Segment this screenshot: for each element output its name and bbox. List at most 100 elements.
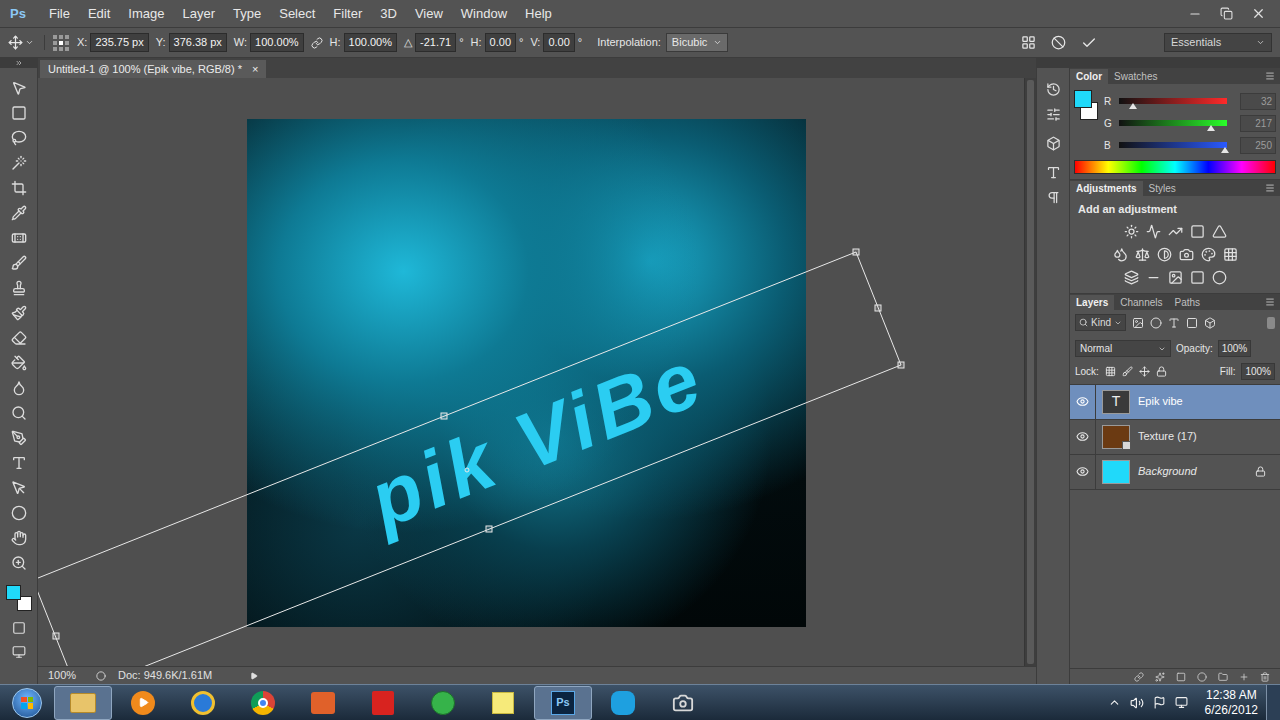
clock[interactable]: 12:38 AM6/26/2012 bbox=[1197, 688, 1266, 718]
visibility-eye-icon[interactable] bbox=[1076, 430, 1089, 443]
zoom-level[interactable]: 100% bbox=[48, 667, 84, 684]
paragraph-panel-icon[interactable] bbox=[1046, 190, 1061, 205]
show-desktop-button[interactable] bbox=[1266, 685, 1280, 720]
document-tab[interactable]: Untitled-1 @ 100% (Epik vibe, RGB/8) *× bbox=[40, 60, 266, 78]
menu-item[interactable]: Select bbox=[270, 2, 324, 26]
tool-button[interactable] bbox=[6, 128, 32, 148]
type-filter-icon[interactable] bbox=[1168, 317, 1180, 329]
network-icon[interactable] bbox=[1175, 696, 1188, 709]
adjustment-filter-icon[interactable] bbox=[1150, 317, 1162, 329]
levels-icon[interactable] bbox=[1146, 224, 1161, 239]
history-panel-icon[interactable] bbox=[1046, 82, 1061, 97]
panel-menu-icon[interactable] bbox=[1265, 183, 1275, 193]
color-value[interactable]: 217 bbox=[1240, 115, 1276, 132]
color-swatches[interactable] bbox=[1074, 90, 1098, 120]
transform-bounding-box[interactable] bbox=[38, 78, 1024, 666]
taskbar-app[interactable] bbox=[54, 686, 112, 720]
visibility-eye-icon[interactable] bbox=[1076, 465, 1089, 478]
panel-tab[interactable]: Layers bbox=[1070, 295, 1114, 310]
shape-filter-icon[interactable] bbox=[1186, 317, 1198, 329]
menu-item[interactable]: Edit bbox=[79, 2, 119, 26]
tool-button[interactable] bbox=[6, 228, 32, 248]
tool-button[interactable] bbox=[6, 103, 32, 123]
menu-item[interactable]: Filter bbox=[324, 2, 371, 26]
commit-transform-icon[interactable] bbox=[1081, 35, 1097, 51]
reference-point-icon[interactable] bbox=[52, 34, 70, 52]
slider-thumb[interactable] bbox=[1207, 125, 1215, 131]
lock-pixels-icon[interactable] bbox=[1122, 366, 1133, 377]
cancel-transform-icon[interactable] bbox=[1051, 35, 1066, 50]
layer-mask-icon[interactable] bbox=[1176, 672, 1186, 682]
adjustment-layer-icon[interactable] bbox=[1197, 672, 1207, 682]
character-panel-icon[interactable] bbox=[1046, 165, 1061, 180]
taskbar-app[interactable] bbox=[594, 686, 652, 720]
field-input[interactable]: -21.71 bbox=[415, 33, 456, 52]
tool-button[interactable] bbox=[6, 503, 32, 523]
lock-transparency-icon[interactable] bbox=[1105, 366, 1116, 377]
curves-icon[interactable] bbox=[1168, 224, 1183, 239]
layer-name[interactable]: Texture (17) bbox=[1138, 428, 1197, 445]
tool-button[interactable] bbox=[6, 278, 32, 298]
color-value[interactable]: 250 bbox=[1240, 137, 1276, 154]
panel-tab[interactable]: Color bbox=[1070, 69, 1108, 84]
taskbar-app[interactable] bbox=[654, 686, 712, 720]
tool-button[interactable] bbox=[6, 303, 32, 323]
panel-tab[interactable]: Paths bbox=[1169, 295, 1207, 310]
taskbar-app[interactable] bbox=[114, 686, 172, 720]
start-button[interactable] bbox=[0, 685, 54, 720]
color-balance-icon[interactable] bbox=[1135, 247, 1150, 262]
panel-menu-icon[interactable] bbox=[1265, 71, 1275, 81]
fill-field[interactable]: 100% bbox=[1241, 363, 1275, 380]
layer-filter-dropdown[interactable]: Kind bbox=[1075, 314, 1126, 331]
color-slider[interactable] bbox=[1119, 142, 1227, 148]
smart-filter-icon[interactable] bbox=[1204, 317, 1216, 329]
vertical-scrollbar[interactable] bbox=[1024, 78, 1036, 666]
color-slider[interactable] bbox=[1119, 120, 1227, 126]
taskbar-app[interactable] bbox=[294, 686, 352, 720]
panel-tab[interactable]: Channels bbox=[1114, 295, 1168, 310]
tool-button[interactable] bbox=[6, 403, 32, 423]
tool-button[interactable] bbox=[6, 253, 32, 273]
color-lookup-icon[interactable] bbox=[1223, 247, 1238, 262]
link-layers-icon[interactable] bbox=[1134, 672, 1144, 682]
warp-icon[interactable] bbox=[1021, 35, 1036, 50]
layer-name[interactable]: Epik vibe bbox=[1138, 393, 1183, 410]
properties-panel-icon[interactable] bbox=[1046, 107, 1061, 122]
tool-button[interactable] bbox=[6, 428, 32, 448]
tool-button[interactable] bbox=[6, 78, 32, 98]
status-info-icon[interactable] bbox=[96, 671, 106, 681]
canvas-text-layer[interactable]: pik ViBe bbox=[359, 337, 715, 541]
visibility-eye-icon[interactable] bbox=[1076, 395, 1089, 408]
foreground-swatch[interactable] bbox=[1074, 90, 1092, 108]
new-group-icon[interactable] bbox=[1218, 672, 1228, 682]
tool-button[interactable] bbox=[6, 528, 32, 548]
lock-position-icon[interactable] bbox=[1139, 366, 1150, 377]
tool-preset-icon[interactable] bbox=[25, 38, 34, 47]
interpolation-dropdown[interactable]: Bicubic bbox=[666, 33, 728, 52]
lock-all-icon[interactable] bbox=[1156, 366, 1167, 377]
tool-button[interactable] bbox=[6, 453, 32, 473]
menu-item[interactable]: Layer bbox=[174, 2, 225, 26]
posterize-icon[interactable] bbox=[1146, 270, 1161, 285]
field-input[interactable]: 0.00 bbox=[543, 33, 574, 52]
taskbar-app[interactable] bbox=[474, 686, 532, 720]
layer-style-icon[interactable] bbox=[1155, 672, 1165, 682]
color-swatches[interactable] bbox=[6, 585, 32, 611]
tool-button[interactable] bbox=[6, 328, 32, 348]
foreground-swatch[interactable] bbox=[6, 585, 21, 600]
minimize-icon[interactable] bbox=[1188, 7, 1202, 21]
filter-toggle[interactable] bbox=[1267, 317, 1275, 329]
field-input[interactable]: 100.00% bbox=[250, 33, 303, 52]
slider-thumb[interactable] bbox=[1129, 103, 1137, 109]
layer-row[interactable]: TEpik vibe bbox=[1070, 385, 1280, 420]
taskbar-app[interactable] bbox=[414, 686, 472, 720]
gradient-map-icon[interactable] bbox=[1190, 270, 1205, 285]
collapse-icon[interactable] bbox=[15, 59, 23, 67]
selective-color-icon[interactable] bbox=[1212, 270, 1227, 285]
photo-filter-icon[interactable] bbox=[1179, 247, 1194, 262]
screen-mode-icon[interactable] bbox=[12, 645, 26, 659]
tool-button[interactable] bbox=[6, 378, 32, 398]
menu-item[interactable]: Image bbox=[119, 2, 173, 26]
tab-close-button[interactable]: × bbox=[252, 61, 258, 78]
tool-button[interactable] bbox=[6, 553, 32, 573]
